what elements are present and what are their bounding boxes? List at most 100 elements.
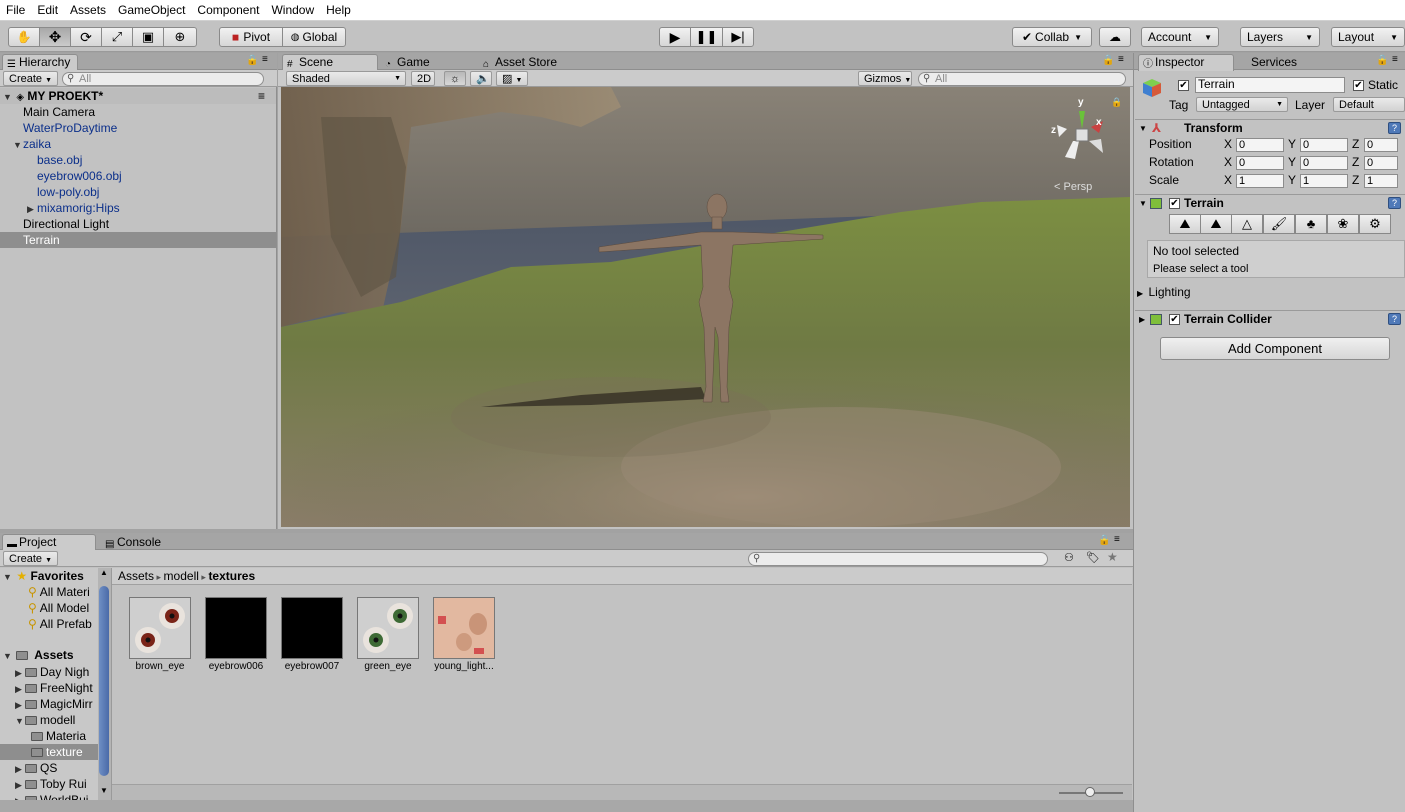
scroll-up-icon[interactable]: ▲ <box>100 568 108 577</box>
lighting-foldout[interactable]: ▶ Lighting <box>1137 285 1191 299</box>
help-icon[interactable]: ? <box>1388 197 1401 209</box>
lock-icon[interactable]: 🔒 <box>1098 535 1110 546</box>
orientation-gizmo[interactable]: y x z <box>1051 97 1111 167</box>
asset-thumbnail[interactable] <box>357 597 419 659</box>
global-button[interactable]: ◍ Global <box>282 27 346 47</box>
tab-services[interactable]: Services <box>1234 54 1314 70</box>
hierarchy-item[interactable]: WaterProDaytime <box>0 120 276 136</box>
expand-right-icon[interactable]: ▶ <box>15 681 25 697</box>
project-tree-scrollbar[interactable]: ▲ ▼ <box>98 568 111 800</box>
panel-menu-icon[interactable]: ≡ <box>262 54 268 65</box>
folder-item[interactable]: Materia <box>0 728 111 744</box>
help-icon[interactable]: ? <box>1388 313 1401 325</box>
collider-enabled-checkbox[interactable]: ✔ <box>1169 314 1180 325</box>
breadcrumb-item[interactable]: modell <box>164 569 199 583</box>
lock-icon[interactable]: 🔒 <box>1376 55 1388 66</box>
folder-item[interactable]: ▶ WorldBui <box>0 792 111 800</box>
menu-item-file[interactable]: File <box>0 0 31 20</box>
create-dropdown[interactable]: Create ▼ <box>3 71 59 86</box>
lighting-toggle[interactable]: ☼ <box>444 71 466 86</box>
panel-menu-icon[interactable]: ≡ <box>1114 534 1120 545</box>
menu-item-gameobject[interactable]: GameObject <box>112 0 191 20</box>
expand-right-icon[interactable]: ▶ <box>15 665 25 681</box>
lock-icon[interactable]: 🔒 <box>246 55 258 66</box>
scene-root-row[interactable]: ▼ ◈ MY PROEKT* ≡ <box>0 88 276 104</box>
transform-position-y-field[interactable]: 0 <box>1300 138 1348 152</box>
hand-tool-button[interactable]: ✋ <box>8 27 40 47</box>
filter-by-type-icon[interactable]: ⚇ <box>1064 551 1074 564</box>
folder-item[interactable]: ▶ Toby Rui <box>0 776 111 793</box>
tab-scene[interactable]: # Scene <box>282 54 378 71</box>
transform-scale-x-field[interactable]: 1 <box>1236 174 1284 188</box>
paint-details-button[interactable]: ❀ <box>1327 214 1359 234</box>
hierarchy-item[interactable]: Terrain <box>0 232 276 248</box>
expand-down-icon[interactable]: ▼ <box>15 713 25 729</box>
panel-menu-icon[interactable]: ≡ <box>1392 54 1398 65</box>
scrollbar-thumb[interactable] <box>99 586 109 776</box>
cloud-button[interactable]: ☁ <box>1099 27 1131 47</box>
tab-hierarchy[interactable]: ☰ Hierarchy <box>2 54 78 71</box>
paint-height-button[interactable]: ⛰ <box>1200 214 1232 234</box>
project-search-input[interactable]: ⚲ <box>748 552 1048 566</box>
transform-rotation-y-field[interactable]: 0 <box>1300 156 1348 170</box>
menu-item-assets[interactable]: Assets <box>64 0 112 20</box>
lock-icon[interactable]: 🔒 <box>1102 55 1114 66</box>
hierarchy-item[interactable]: Main Camera <box>0 104 276 120</box>
scroll-down-icon[interactable]: ▼ <box>100 786 108 795</box>
hierarchy-item[interactable]: low-poly.obj <box>0 184 276 200</box>
expand-right-icon[interactable]: ▶ <box>15 697 25 713</box>
transform-rotation-z-field[interactable]: 0 <box>1364 156 1398 170</box>
menu-item-window[interactable]: Window <box>265 0 320 20</box>
terrain-collider-header[interactable]: ▶ ✔ Terrain Collider <box>1135 310 1405 327</box>
pivot-button[interactable]: ◼ Pivot <box>219 27 283 47</box>
add-component-button[interactable]: Add Component <box>1160 337 1390 360</box>
transform-scale-z-field[interactable]: 1 <box>1364 174 1398 188</box>
tab-game[interactable]: ◔ Game <box>380 54 476 70</box>
expand-down-icon[interactable]: ▼ <box>3 89 13 105</box>
terrain-enabled-checkbox[interactable]: ✔ <box>1169 198 1180 209</box>
menu-item-help[interactable]: Help <box>320 0 357 20</box>
filter-by-label-icon[interactable]: 🏷 <box>1086 551 1100 564</box>
2d-toggle[interactable]: 2D <box>411 71 435 86</box>
expand-right-icon[interactable]: ▶ <box>15 777 25 793</box>
scene-viewport[interactable]: y x z 🔒 < Persp <box>281 87 1130 527</box>
folder-item[interactable]: ▶ QS <box>0 760 111 777</box>
expand-right-icon[interactable]: ▶ <box>27 201 37 217</box>
layer-dropdown[interactable]: Default <box>1333 97 1405 112</box>
static-checkbox[interactable]: ✔ <box>1353 80 1364 91</box>
panel-menu-icon[interactable]: ≡ <box>258 88 265 104</box>
asset-thumbnail[interactable] <box>205 597 267 659</box>
raise-lower-terrain-button[interactable]: ⛰ <box>1169 214 1201 234</box>
tab-console[interactable]: ▤ Console <box>100 534 190 550</box>
favorites-header[interactable]: ▼ ★ Favorites <box>0 568 84 584</box>
hierarchy-item[interactable]: ▶ mixamorig:Hips <box>0 200 276 216</box>
expand-right-icon[interactable]: ▶ <box>15 761 25 777</box>
expand-down-icon[interactable]: ▼ <box>13 137 23 153</box>
folder-item[interactable]: texture <box>0 744 111 760</box>
layout-dropdown[interactable]: Layout ▼ <box>1331 27 1405 47</box>
projection-label[interactable]: < Persp <box>1054 181 1092 193</box>
hierarchy-item[interactable]: ▼zaika <box>0 136 276 152</box>
place-trees-button[interactable]: ♣ <box>1295 214 1327 234</box>
paint-texture-button[interactable]: 🖌 <box>1263 214 1295 234</box>
folder-item[interactable]: ▶ MagicMirr <box>0 696 111 713</box>
assets-header[interactable]: ▼ Assets <box>0 647 74 663</box>
transform-scale-y-field[interactable]: 1 <box>1300 174 1348 188</box>
panel-menu-icon[interactable]: ≡ <box>1118 54 1124 65</box>
tab-project[interactable]: ▬ Project <box>2 534 96 551</box>
asset-thumbnail[interactable] <box>433 597 495 659</box>
audio-toggle[interactable]: 🔈 <box>470 71 492 86</box>
favorite-star-icon[interactable]: ★ <box>1107 550 1118 564</box>
step-button[interactable]: ▶| <box>722 27 754 47</box>
rotate-tool-button[interactable]: ⟳ <box>70 27 102 47</box>
hierarchy-item[interactable]: base.obj <box>0 152 276 168</box>
expand-right-icon[interactable]: ▶ <box>15 793 25 800</box>
asset-thumbnail[interactable] <box>281 597 343 659</box>
favorite-item[interactable]: ⚲ All Prefab <box>28 616 92 632</box>
pause-button[interactable]: ❚❚ <box>690 27 723 47</box>
favorite-item[interactable]: ⚲ All Model <box>28 600 89 616</box>
scene-search-input[interactable]: ⚲ All <box>918 72 1126 86</box>
transform-header[interactable]: ▼ ⅄ Transform <box>1135 119 1405 136</box>
gizmos-dropdown[interactable]: Gizmos ▼ <box>858 71 912 86</box>
scale-tool-button[interactable]: ⤢ <box>101 27 133 47</box>
